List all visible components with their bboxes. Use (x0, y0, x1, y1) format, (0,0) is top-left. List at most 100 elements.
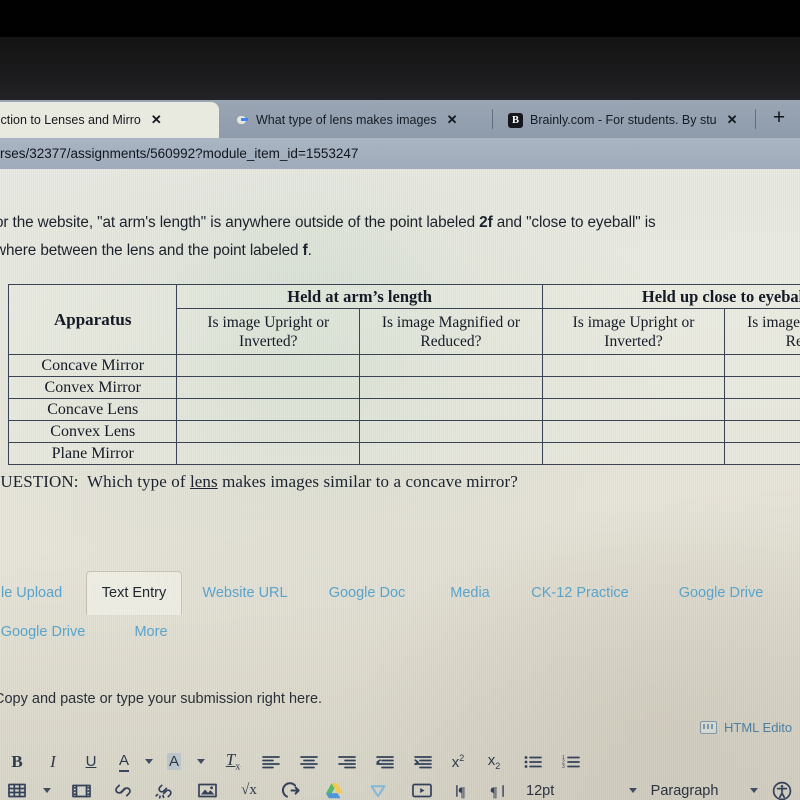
submission-tab-text-entry-label: Text Entry (101, 585, 167, 601)
table-cell-1-3[interactable] (724, 376, 800, 399)
table-cell-0-2[interactable] (541, 354, 726, 377)
text-color-icon[interactable]: A (110, 748, 138, 776)
submission-tab-file-upload[interactable]: ile Upload (0, 571, 82, 615)
table-icon[interactable] (0, 777, 34, 800)
submission-tab-google-drive-2[interactable]: Google Drive (0, 615, 108, 649)
html-editor-link[interactable]: HTML Edito (700, 720, 792, 735)
submission-tab-google-drive[interactable]: Google Drive (656, 571, 786, 615)
italic-label: I (50, 751, 56, 771)
unlink-icon[interactable] (144, 777, 186, 800)
table-row: Concave Lens (7, 398, 800, 421)
submission-tab-ck12-practice[interactable]: CK-12 Practice (516, 571, 644, 615)
table-cell-3-3[interactable] (724, 420, 800, 443)
paragraph-style-select[interactable]: Paragraph (645, 777, 764, 800)
underline-icon[interactable]: U (72, 748, 110, 776)
table-cell-2-1[interactable] (359, 398, 543, 421)
table-cell-4-2[interactable] (541, 442, 726, 465)
submission-tab-google-doc[interactable]: Google Doc (312, 571, 422, 615)
toolbar-row-1: B I U A A Tx x2 x2 1 2 3 (0, 747, 800, 776)
clear-formatting-label: Tx (225, 750, 241, 773)
align-center-icon[interactable] (290, 748, 328, 776)
font-size-chevron-down-icon[interactable] (628, 788, 637, 793)
google-icon (234, 113, 249, 128)
math-equation-icon[interactable]: √x (228, 777, 270, 800)
submission-tab-more-label: More (134, 624, 168, 640)
table-cell-4-0[interactable] (176, 442, 361, 465)
table-cell-1-2[interactable] (541, 376, 726, 399)
assignment-question: QUESTION: Which type of lens makes image… (0, 472, 768, 492)
subscript-icon[interactable]: x2 (474, 748, 514, 776)
accessibility-checker-icon[interactable] (764, 777, 800, 800)
table-cell-0-0[interactable] (176, 354, 361, 377)
browser-tab-0[interactable]: troduction to Lenses and Mirro ✕ (0, 102, 219, 138)
brainly-icon: B (508, 112, 523, 128)
table-cell-0-3[interactable] (724, 354, 800, 377)
table-cell-4-3[interactable] (724, 442, 800, 465)
embed-icon[interactable] (270, 777, 312, 800)
table-cell-2-3[interactable] (724, 398, 800, 421)
browser-tab-2[interactable]: B Brainly.com - For students. By stu ✕ (500, 102, 750, 138)
paragraph-style-value: Paragraph (650, 782, 719, 799)
table-row-label-3: Convex Lens (7, 420, 178, 443)
superscript-label: x2 (451, 752, 465, 771)
table-cell-1-1[interactable] (359, 376, 543, 399)
submission-tab-more[interactable]: More (116, 615, 186, 649)
highlight-color-icon[interactable]: A (160, 748, 188, 776)
link-icon[interactable] (102, 777, 144, 800)
outdent-icon[interactable] (366, 748, 404, 776)
table-header-sub-2: Is image Upright or Inverted? (541, 308, 726, 355)
table-row: Concave Mirror (7, 354, 800, 377)
new-tab-button[interactable]: + (768, 107, 790, 130)
table-cell-2-0[interactable] (176, 398, 361, 421)
align-left-icon[interactable] (252, 748, 290, 776)
table-cell-4-1[interactable] (359, 442, 543, 465)
numbered-list-icon[interactable]: 123 (552, 748, 590, 776)
paragraph-style-chevron-down-icon[interactable] (750, 788, 758, 793)
table-header-apparatus: Apparatus (7, 284, 178, 355)
table-row: Plane Mirror (7, 442, 800, 465)
clear-formatting-icon[interactable]: Tx (214, 748, 252, 776)
indent-icon[interactable] (404, 748, 442, 776)
submission-tab-text-entry[interactable]: Text Entry (86, 571, 182, 615)
bold-icon[interactable]: B (0, 748, 34, 776)
question-underlined-word: lens (189, 472, 218, 491)
table-dropdown-icon[interactable] (34, 777, 60, 800)
intro-bold-2f: 2f (479, 214, 493, 231)
italic-icon[interactable]: I (34, 748, 72, 776)
font-size-select[interactable]: 12pt (516, 777, 645, 800)
table-cell-3-2[interactable] (541, 420, 726, 443)
table-cell-3-0[interactable] (176, 420, 361, 443)
table-cell-3-1[interactable] (359, 420, 543, 443)
browser-tab-2-close-icon[interactable]: ✕ (727, 112, 738, 128)
browser-tab-1-close-icon[interactable]: ✕ (447, 112, 458, 128)
align-right-icon[interactable] (328, 748, 366, 776)
highlight-color-dropdown-icon[interactable] (188, 748, 214, 776)
address-bar-url: rses/32377/assignments/560992?module_ite… (0, 146, 359, 161)
image-icon[interactable] (186, 777, 228, 800)
rich-text-editor-body[interactable]: Copy and paste or type your submission r… (0, 691, 322, 707)
table-row-label-1: Convex Mirror (7, 376, 178, 399)
browser-tab-0-close-icon[interactable]: ✕ (151, 112, 162, 128)
video-icon[interactable] (400, 777, 444, 800)
ltr-paragraph-icon[interactable]: ¶ (444, 777, 480, 800)
table-cell-1-0[interactable] (176, 376, 361, 399)
table-cell-2-2[interactable] (541, 398, 726, 421)
superscript-icon[interactable]: x2 (442, 748, 474, 776)
vimeo-icon[interactable] (356, 777, 400, 800)
google-drive-icon[interactable] (312, 777, 356, 800)
browser-tab-1[interactable]: What type of lens makes images ✕ (226, 102, 486, 138)
address-bar[interactable]: rses/32377/assignments/560992?module_ite… (0, 138, 800, 169)
table-header-row-groups: Apparatus Held at arm’s length Held up c… (7, 284, 800, 355)
table-row: Convex Mirror (7, 376, 800, 399)
rtl-paragraph-icon[interactable]: ¶ (480, 777, 516, 800)
submission-tab-website-url[interactable]: Website URL (190, 571, 300, 615)
text-color-dropdown-icon[interactable] (138, 748, 160, 776)
text-color-label: A (118, 752, 129, 772)
submission-tab-media[interactable]: Media (434, 571, 506, 615)
tab-separator (492, 109, 493, 129)
html-editor-link-label: HTML Edito (724, 720, 793, 735)
browser-tabstrip: troduction to Lenses and Mirro ✕ What ty… (0, 100, 800, 138)
bulleted-list-icon[interactable] (514, 748, 552, 776)
media-icon[interactable] (60, 777, 102, 800)
table-cell-0-1[interactable] (359, 354, 543, 377)
